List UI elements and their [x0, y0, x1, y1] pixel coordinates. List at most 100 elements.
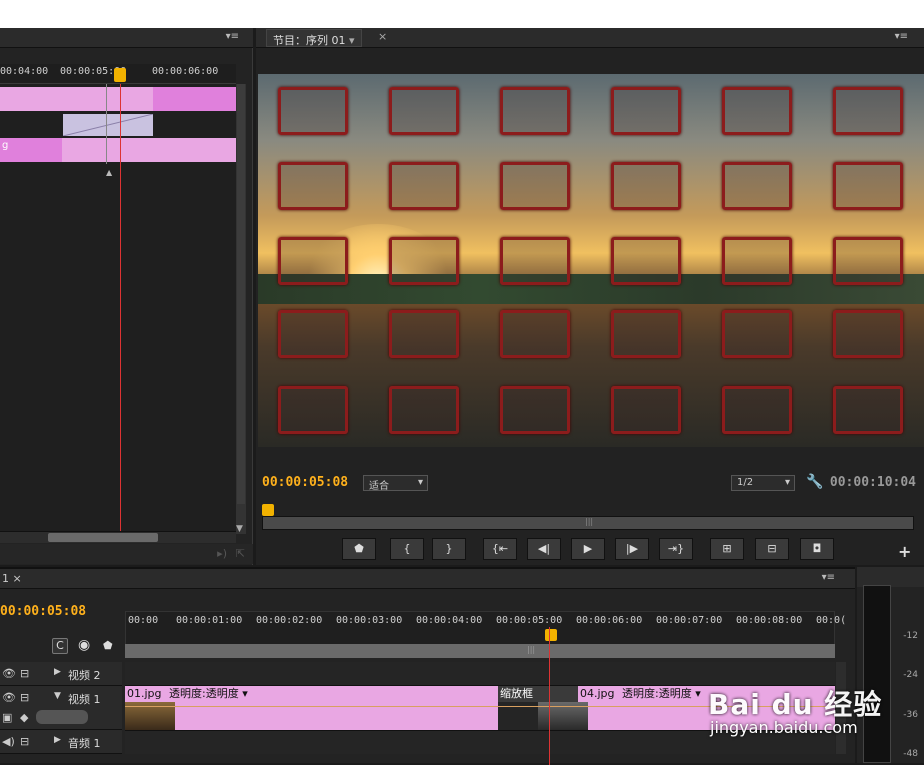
snap-icon[interactable]: C	[52, 638, 68, 654]
chevron-down-icon[interactable]: ▾	[242, 687, 248, 700]
clip-bar[interactable]: g	[0, 138, 236, 162]
panel-menu-icon[interactable]: ▾≡	[822, 572, 835, 583]
top-blank-area	[0, 0, 924, 28]
marker-triangle-icon: ▲	[106, 168, 113, 177]
in-point-button[interactable]: {	[390, 538, 424, 560]
lock-icon[interactable]: ⊟	[20, 691, 29, 704]
out-point-button[interactable]: }	[432, 538, 466, 560]
panel-menu-icon[interactable]: ▾≡	[895, 31, 908, 42]
zoom-tile	[722, 386, 792, 434]
clip-name: 04.jpg	[580, 687, 615, 700]
chevron-down-icon[interactable]: ▾	[695, 687, 701, 700]
ruler-tick: 00:0(	[816, 615, 847, 626]
play-audio-icon[interactable]: ▸)	[217, 547, 227, 560]
eye-icon[interactable]: 👁	[2, 691, 16, 704]
marker-pin-icon[interactable]: ◉	[78, 637, 90, 653]
speaker-icon[interactable]: ◀)	[2, 735, 15, 748]
out-point-icon: }	[445, 542, 453, 555]
resolution-dropdown[interactable]: 1/2 ▾	[731, 475, 795, 491]
add-button-icon[interactable]: +	[898, 542, 911, 561]
zoom-tile	[833, 310, 903, 358]
audio-meter-panel: -12 -24 -36 -48	[857, 567, 924, 763]
extract-icon: ⊟	[767, 542, 777, 555]
step-back-button[interactable]: ◀|	[527, 538, 561, 560]
wrench-icon[interactable]: 🔧	[806, 474, 823, 490]
timeline-timecode[interactable]: 00:00:05:08	[0, 604, 86, 619]
clip-name: 01.jpg	[127, 687, 162, 700]
zoom-tile	[278, 162, 348, 210]
panel-time-ruler[interactable]: 00:04:00 00:00:05:00 00:00:06:00	[0, 64, 236, 84]
tab-label: 1	[2, 572, 9, 585]
panel-footer: ▸) ⇱	[0, 544, 253, 564]
lock-icon[interactable]: ⊟	[20, 735, 29, 748]
panel-header: ▾≡	[0, 28, 253, 48]
ruler-tick: 00:00:05:00	[496, 615, 563, 626]
transition-block[interactable]	[62, 113, 154, 137]
extract-button[interactable]: ⊟	[755, 538, 789, 560]
tab-sequence[interactable]: 1 ×	[2, 572, 22, 585]
close-icon[interactable]: ×	[13, 572, 22, 585]
clip-transition[interactable]: 缩放框	[498, 686, 578, 702]
chevron-down-icon[interactable]: ▾	[349, 34, 355, 47]
zoom-tile	[500, 310, 570, 358]
zoom-tile	[611, 87, 681, 135]
tab-label: 节目：序列 01	[273, 34, 346, 47]
current-timecode[interactable]: 00:00:05:08	[262, 475, 348, 490]
track-header-audio-1[interactable]: ◀) ⊟ ▶ 音频 1	[0, 730, 122, 754]
clip-01[interactable]: 01.jpg 透明度:透明度 ▾	[125, 686, 498, 702]
eye-icon[interactable]: 👁	[2, 667, 16, 680]
display-style-icon[interactable]: ▣	[2, 711, 12, 724]
step-forward-button[interactable]: |▶	[615, 538, 649, 560]
zoom-tile	[833, 237, 903, 285]
expand-icon[interactable]: ▶	[54, 735, 61, 745]
go-to-out-button[interactable]: ⇥}	[659, 538, 693, 560]
zoom-tile	[389, 87, 459, 135]
meter-label: -12	[903, 631, 918, 641]
export-frame-button[interactable]: ◘	[800, 538, 834, 560]
keyframe-navigator[interactable]	[36, 710, 88, 724]
playhead-handle-icon[interactable]	[114, 68, 126, 82]
vertical-scrollbar[interactable]: ▼	[236, 84, 246, 534]
marker-icon: ⬟	[354, 542, 364, 555]
ruler-tick: 00:00:06:00	[152, 66, 219, 77]
collapse-icon[interactable]: ▼	[54, 691, 61, 701]
ruler-tick: 00:00:03:00	[336, 615, 403, 626]
horizontal-scrollbar[interactable]	[0, 531, 236, 543]
expand-icon[interactable]: ▶	[54, 667, 61, 677]
playhead-handle-icon[interactable]	[545, 629, 557, 641]
track-name: 视频 1	[68, 693, 101, 706]
tab-program-sequence[interactable]: 节目：序列 01 ▾	[266, 29, 362, 47]
zoom-tile	[389, 310, 459, 358]
track-header-video-1[interactable]: 👁 ⊟ ▼ 视频 1 ▣ ◆	[0, 686, 122, 730]
marker-button[interactable]: ⬟	[342, 538, 376, 560]
track-name: 音频 1	[68, 737, 101, 750]
clip-effect: 透明度:透明度	[169, 687, 239, 700]
zoom-tile	[611, 237, 681, 285]
level-meter	[863, 585, 891, 763]
playhead-handle-icon[interactable]	[262, 504, 274, 516]
program-time-bar[interactable]: |||	[262, 516, 914, 530]
add-marker-icon[interactable]: ⬟	[103, 639, 113, 652]
play-button[interactable]: ▶	[571, 538, 605, 560]
fit-dropdown[interactable]: 适合 ▾	[363, 475, 428, 492]
resolution-label: 1/2	[737, 477, 754, 488]
ruler-tick: 00:00:04:00	[416, 615, 483, 626]
clip-effect: 透明度:透明度	[622, 687, 692, 700]
track-header-video-2[interactable]: 👁 ⊟ ▶ 视频 2	[0, 662, 122, 686]
keyframe-area[interactable]: g g ▲	[0, 84, 236, 534]
zoom-tile	[278, 386, 348, 434]
lift-button[interactable]: ⊞	[710, 538, 744, 560]
lock-icon[interactable]: ⊟	[20, 667, 29, 680]
zoom-tile	[722, 87, 792, 135]
work-area-bar[interactable]: |||	[125, 644, 835, 658]
export-icon[interactable]: ⇱	[236, 547, 245, 560]
chevron-down-icon: ▾	[417, 477, 423, 488]
duration-timecode: 00:00:10:04	[829, 475, 916, 490]
zoom-tile	[500, 237, 570, 285]
keyframe-icon[interactable]: ◆	[20, 711, 28, 724]
clip-bar[interactable]: g	[0, 87, 236, 111]
go-to-in-button[interactable]: {⇤	[483, 538, 517, 560]
program-video-frame[interactable]	[258, 74, 924, 447]
panel-menu-icon[interactable]: ▾≡	[226, 31, 239, 42]
close-icon[interactable]: ×	[378, 30, 387, 43]
